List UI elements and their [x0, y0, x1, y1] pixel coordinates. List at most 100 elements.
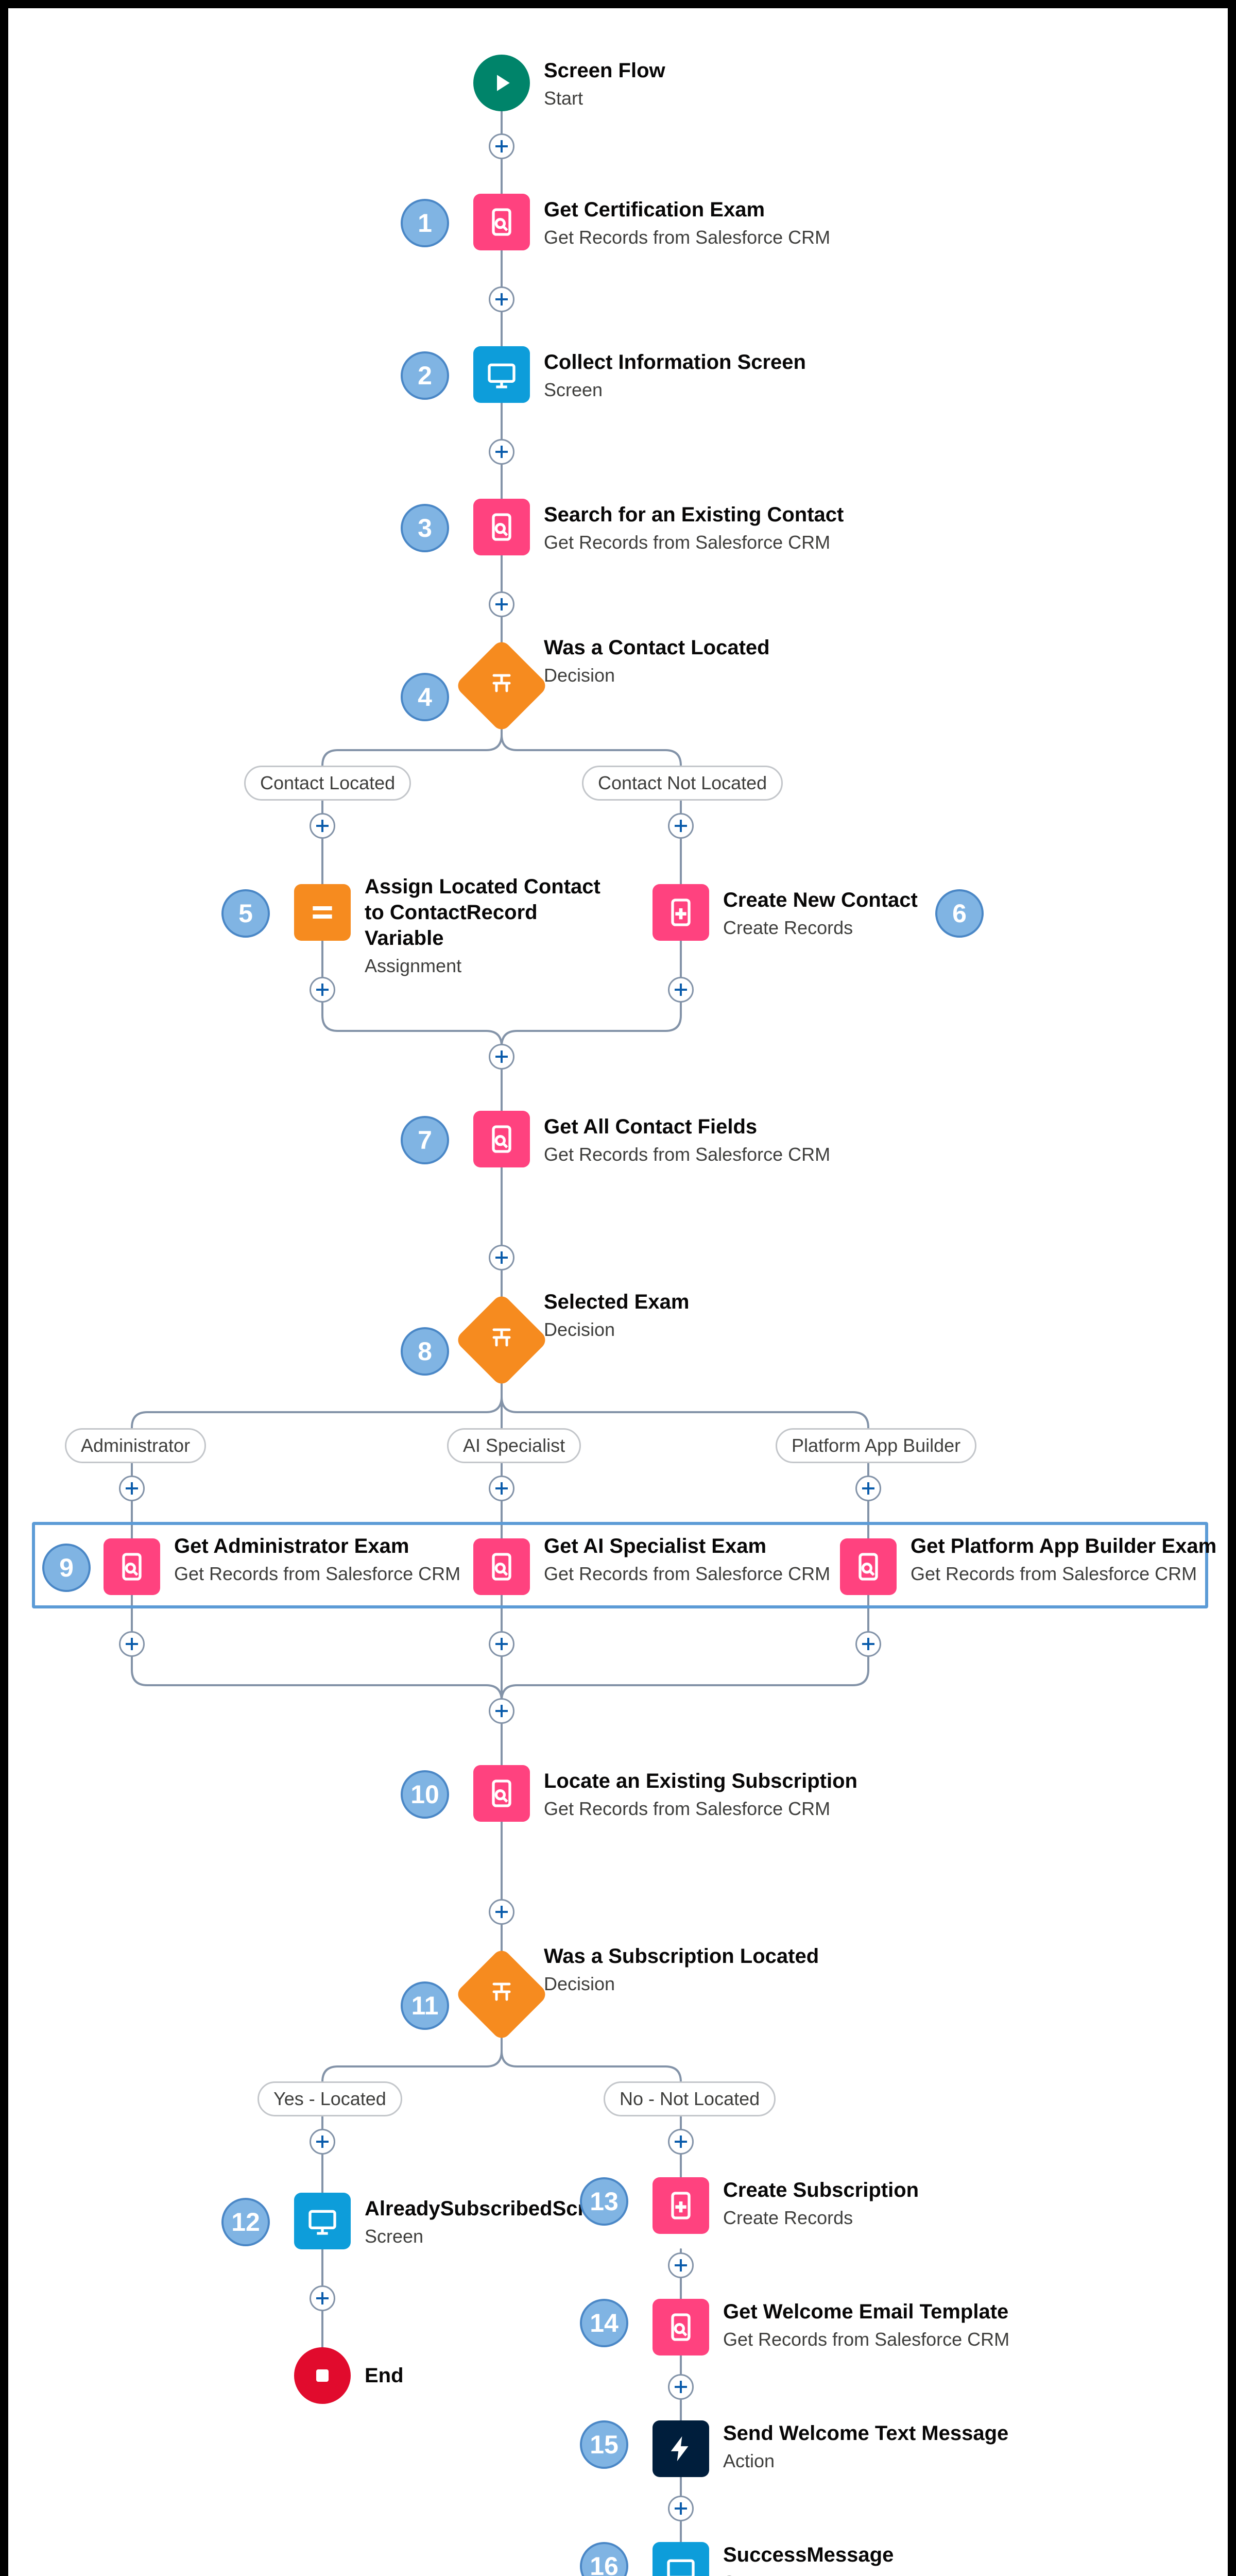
callout-16: 16	[580, 2542, 628, 2576]
add-above-n10[interactable]	[489, 1698, 514, 1724]
create-records-icon[interactable]	[653, 2177, 709, 2234]
n9a-label: Get Administrator Exam Get Records from …	[174, 1533, 460, 1585]
n15-label: Send Welcome Text Message Action	[723, 2420, 1008, 2472]
play-icon	[488, 69, 516, 97]
monitor-icon	[306, 2205, 339, 2238]
add-below-n9c[interactable]	[855, 1631, 881, 1657]
lightning-icon	[666, 2434, 696, 2464]
get-records-icon[interactable]	[473, 1765, 530, 1822]
n9b-label: Get AI Specialist Exam Get Records from …	[544, 1533, 830, 1585]
add-between-n2-n3[interactable]	[489, 439, 514, 465]
create-records-icon[interactable]	[653, 884, 709, 941]
n14-label: Get Welcome Email Template Get Records f…	[723, 2299, 1009, 2351]
add-between-n14-n15[interactable]	[668, 2374, 694, 2400]
path-contact-not-located: Contact Not Located	[582, 766, 783, 801]
callout-1: 1	[401, 199, 449, 247]
add-on-path-no[interactable]	[668, 2129, 694, 2155]
add-between-n15-n16[interactable]	[668, 2496, 694, 2521]
clipboard-plus-icon	[664, 2189, 697, 2222]
callout-4: 4	[401, 673, 449, 721]
d11-label: Was a Subscription Located Decision	[544, 1943, 819, 1995]
path-administrator: Administrator	[65, 1428, 206, 1463]
add-on-path-located[interactable]	[310, 813, 335, 839]
start-node[interactable]	[473, 55, 530, 111]
add-on-path-pab[interactable]	[855, 1476, 881, 1501]
clipboard-search-icon	[485, 1123, 518, 1156]
equals-icon	[306, 896, 339, 929]
get-records-icon[interactable]	[473, 194, 530, 250]
add-below-n6[interactable]	[668, 977, 694, 1003]
n13-label: Create Subscription Create Records	[723, 2177, 919, 2229]
callout-3: 3	[401, 504, 449, 552]
screen-icon[interactable]	[294, 2193, 351, 2249]
get-records-icon[interactable]	[473, 1538, 530, 1595]
add-below-n5[interactable]	[310, 977, 335, 1003]
clipboard-plus-icon	[664, 896, 697, 929]
n6-label: Create New Contact Create Records	[723, 887, 918, 939]
end1-label: End	[365, 2363, 404, 2388]
add-between-n13-n14[interactable]	[668, 2252, 694, 2278]
add-on-path-notlocated[interactable]	[668, 813, 694, 839]
n10-label: Locate an Existing Subscription Get Reco…	[544, 1768, 857, 1820]
decision-icon[interactable]	[454, 1293, 549, 1387]
get-records-icon[interactable]	[840, 1538, 897, 1595]
n1-label: Get Certification Exam Get Records from …	[544, 197, 830, 249]
add-below-n9b[interactable]	[489, 1631, 514, 1657]
add-below-n9a[interactable]	[119, 1631, 145, 1657]
action-icon[interactable]	[653, 2420, 709, 2477]
clipboard-search-icon	[485, 1777, 518, 1810]
path-no-not-located: No - Not Located	[604, 2081, 776, 2116]
decision-icon[interactable]	[454, 638, 549, 733]
n2-label: Collect Information Screen Screen	[544, 349, 806, 401]
monitor-icon	[664, 2554, 697, 2576]
callout-6: 6	[935, 889, 984, 938]
clipboard-search-icon	[485, 206, 518, 239]
path-contact-located: Contact Located	[244, 766, 411, 801]
n16-label: SuccessMessage Screen	[723, 2542, 894, 2576]
clipboard-search-icon	[485, 1550, 518, 1583]
screen-icon[interactable]	[653, 2542, 709, 2576]
add-on-path-yes[interactable]	[310, 2129, 335, 2155]
n9c-label: Get Platform App Builder Exam Get Record…	[911, 1533, 1216, 1585]
branch-icon	[486, 1325, 517, 1355]
callout-13: 13	[580, 2177, 628, 2226]
callout-11: 11	[401, 1981, 449, 2030]
add-above-n7[interactable]	[489, 1044, 514, 1070]
add-between-n1-n2[interactable]	[489, 286, 514, 312]
end-node[interactable]	[294, 2347, 351, 2404]
get-records-icon[interactable]	[653, 2299, 709, 2355]
get-records-icon[interactable]	[473, 499, 530, 555]
decision-icon[interactable]	[454, 1947, 549, 2042]
n5-label: Assign Located Contact to ContactRecord …	[365, 874, 622, 977]
add-between-n7-d8[interactable]	[489, 1245, 514, 1270]
start-label: Screen Flow Start	[544, 58, 665, 110]
callout-15: 15	[580, 2420, 628, 2469]
n3-label: Search for an Existing Contact Get Recor…	[544, 502, 844, 554]
monitor-icon	[485, 358, 518, 391]
get-records-icon[interactable]	[473, 1111, 530, 1167]
assignment-icon[interactable]	[294, 884, 351, 941]
n7-label: Get All Contact Fields Get Records from …	[544, 1114, 830, 1166]
get-records-icon[interactable]	[104, 1538, 160, 1595]
path-ai-specialist: AI Specialist	[447, 1428, 581, 1463]
add-below-n12[interactable]	[310, 2285, 335, 2311]
add-between-start-n1[interactable]	[489, 133, 514, 159]
add-on-path-admin[interactable]	[119, 1476, 145, 1501]
flow-canvas: Screen Flow Start 1 Get Certification Ex…	[8, 8, 1228, 2576]
branch-icon	[486, 670, 517, 701]
d8-label: Selected Exam Decision	[544, 1289, 689, 1341]
callout-14: 14	[580, 2299, 628, 2347]
add-on-path-ai[interactable]	[489, 1476, 514, 1501]
clipboard-search-icon	[485, 511, 518, 544]
add-between-n3-d4[interactable]	[489, 591, 514, 617]
diagram-frame: Screen Flow Start 1 Get Certification Ex…	[0, 0, 1236, 2576]
branch-icon	[486, 1979, 517, 2010]
stop-icon	[310, 2363, 335, 2388]
d4-label: Was a Contact Located Decision	[544, 635, 770, 687]
callout-7: 7	[401, 1116, 449, 1164]
callout-12: 12	[221, 2198, 270, 2246]
screen-icon[interactable]	[473, 346, 530, 403]
clipboard-search-icon	[664, 2311, 697, 2344]
clipboard-search-icon	[852, 1550, 885, 1583]
add-between-n10-d11[interactable]	[489, 1899, 514, 1925]
